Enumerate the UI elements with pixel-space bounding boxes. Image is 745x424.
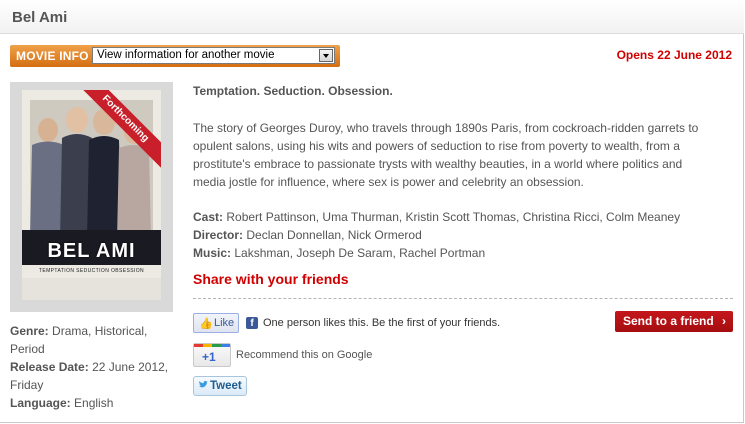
google-color-bar [194,344,230,347]
google-recommend-text: Recommend this on Google [236,349,373,361]
movie-info-label: MOVIE INFO [16,49,89,63]
cast-value: Robert Pattinson, Uma Thurman, Kristin S… [226,210,681,224]
language-value: English [74,396,114,410]
release-row: Release Date: 22 June 2012, Friday [10,358,175,394]
movie-synopsis: The story of Georges Duroy, who travels … [193,121,699,189]
movie-facts: Genre: Drama, Historical, Period Release… [10,322,175,412]
title-bar: Bel Ami [0,0,744,34]
like-label: Like [214,317,235,329]
movie-poster: Forthcoming BEL AMI TEMPTATION SEDUCTION… [22,90,161,300]
poster-tagline: TEMPTATION SEDUCTION OBSESSION [38,268,145,274]
director-value: Declan Donnellan, Nick Ormerod [246,228,422,242]
movie-select[interactable]: View information for another movie [92,47,335,64]
language-row: Language: English [10,394,175,412]
genre-row: Genre: Drama, Historical, Period [10,322,175,358]
opens-date: Opens 22 June 2012 [616,48,732,62]
send-to-friend-button[interactable]: Send to a friend › [615,311,733,332]
thumbs-up-icon: 👍 [199,318,213,330]
twitter-bird-icon [199,380,208,388]
poster-title: BEL AMI [47,240,136,262]
facebook-like-button[interactable]: 👍 Like [193,313,239,333]
send-label: Send to a friend [623,314,714,328]
facebook-icon: f [246,317,258,329]
director-row: Director: Declan Donnellan, Nick Ormerod [193,226,723,244]
movie-tagline: Temptation. Seduction. Obsession. [193,84,393,98]
title-divider [0,33,744,34]
share-divider [193,298,733,299]
facebook-like-count: One person likes this. Be the first of y… [263,317,501,329]
share-heading: Share with your friends [193,271,349,287]
music-value: Lakshman, Joseph De Saram, Rachel Portma… [234,246,486,260]
genre-label: Genre: [10,324,49,338]
movie-credits: Cast: Robert Pattinson, Uma Thurman, Kri… [193,208,723,262]
chevron-right-icon: › [722,314,726,328]
google-plus-one-button[interactable]: +1 [193,343,231,367]
release-label: Release Date: [10,360,89,374]
movie-info-bar: MOVIE INFO View information for another … [10,45,340,67]
director-label: Director: [193,228,244,242]
music-row: Music: Lakshman, Joseph De Saram, Rachel… [193,244,723,262]
tweet-label: Tweet [210,380,242,392]
chevron-down-icon[interactable] [319,49,333,62]
page-title: Bel Ami [12,9,68,26]
tweet-button[interactable]: Tweet [193,376,247,396]
movie-select-value: View information for another movie [97,49,275,61]
music-label: Music: [193,246,232,260]
language-label: Language: [10,396,71,410]
cast-label: Cast: [193,210,224,224]
poster-frame: Forthcoming BEL AMI TEMPTATION SEDUCTION… [10,82,173,312]
gplus-label: +1 [202,350,216,364]
cast-row: Cast: Robert Pattinson, Uma Thurman, Kri… [193,208,723,226]
